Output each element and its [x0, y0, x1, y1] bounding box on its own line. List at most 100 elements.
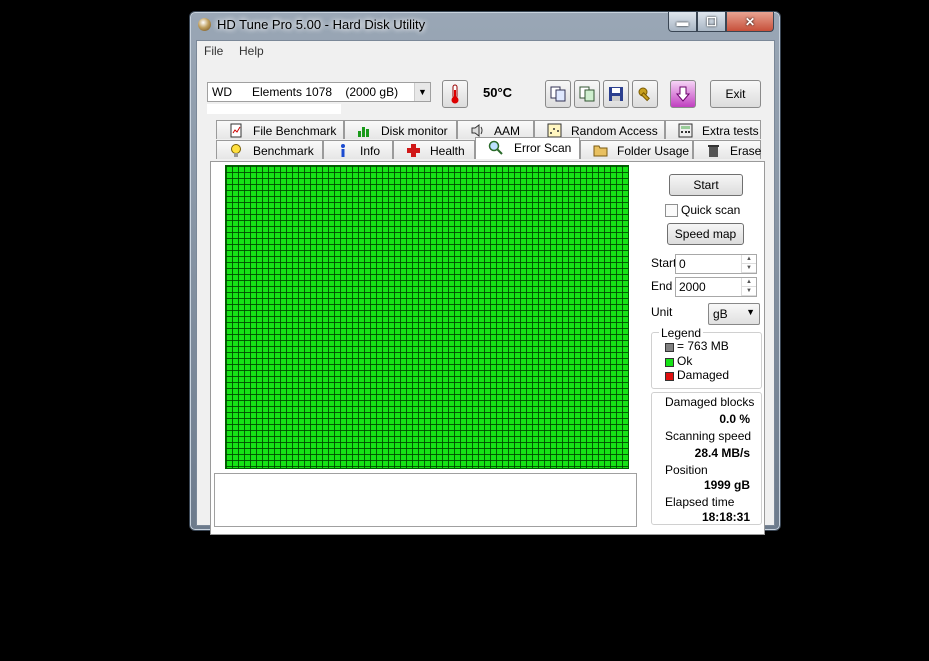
tab-label: Info	[360, 144, 381, 158]
legend-swatch-block	[665, 343, 674, 352]
menu-bar: File Help	[197, 41, 774, 60]
copy-icon	[550, 86, 566, 102]
caption-buttons: ▬ ☐ ✕	[668, 12, 774, 32]
chevron-down-icon: ▼	[746, 307, 755, 317]
floppy-disk-icon	[609, 87, 623, 101]
drive-select-value: WD Elements 1078 (2000 gB)	[212, 85, 399, 99]
elapsed-time-value: 18:18:31	[701, 510, 750, 524]
bar-chart-icon	[358, 127, 369, 137]
folder-icon	[593, 145, 608, 157]
position-label: Position	[665, 463, 708, 477]
down-arrow-icon: ▼	[742, 264, 756, 273]
scan-log-box	[214, 473, 637, 527]
tab-label: File Benchmark	[253, 124, 337, 138]
tab-label: Health	[430, 144, 465, 158]
title-bar[interactable]: HD Tune Pro 5.00 - Hard Disk Utility ▬ ☐…	[190, 12, 780, 38]
speed-map-button[interactable]: Speed map	[667, 223, 744, 245]
thermometer-icon	[451, 84, 459, 104]
spin-arrows[interactable]: ▲ ▼	[741, 278, 756, 296]
save-button[interactable]	[603, 80, 629, 108]
scan-block-map	[225, 165, 629, 469]
tab-label: Folder Usage	[617, 144, 690, 158]
chevron-down-icon: ▼	[414, 83, 430, 101]
tab-label: Disk monitor	[381, 124, 448, 138]
legend-group: Legend = 763 MB Ok Damaged	[651, 326, 762, 389]
tab-error-scan[interactable]: Error Scan	[475, 137, 580, 159]
red-cross-icon	[407, 144, 420, 157]
temperature-button[interactable]	[442, 80, 468, 108]
up-arrow-icon: ▲	[742, 255, 756, 264]
options-button[interactable]	[632, 80, 658, 108]
close-button[interactable]: ✕	[726, 12, 774, 32]
tab-label: Erase	[730, 144, 762, 158]
end-spinner[interactable]: 2000 ▲ ▼	[675, 277, 757, 297]
tab-label: Benchmark	[253, 144, 314, 158]
start-spinner[interactable]: 0 ▲ ▼	[675, 254, 757, 274]
legend-swatch-damaged	[665, 372, 674, 381]
menu-help[interactable]: Help	[239, 44, 264, 58]
tab-disk-monitor[interactable]: Disk monitor	[344, 120, 457, 139]
unit-select[interactable]: gB ▼	[708, 303, 760, 325]
client-area: File Help WD Elements 1078 (2000 gB) ▼ 5…	[196, 40, 775, 535]
download-button[interactable]	[670, 80, 696, 108]
lightbulb-icon	[231, 144, 241, 157]
tab-label: Extra tests	[702, 124, 759, 138]
start-scan-button[interactable]: Start	[669, 174, 743, 196]
copy-screenshot-button[interactable]	[574, 80, 600, 108]
copy-screenshot-icon	[579, 86, 595, 102]
tab-label: AAM	[494, 124, 521, 138]
start-label: Start	[651, 256, 677, 270]
menu-file[interactable]: File	[204, 44, 223, 58]
exit-button[interactable]: Exit	[710, 80, 761, 108]
legend-ok: Ok	[677, 354, 693, 368]
error-scan-panel: Start Quick scan Speed map Start 0 ▲ ▼ En…	[210, 161, 765, 535]
start-value: 0	[679, 257, 686, 271]
unit-label: Unit	[651, 305, 673, 319]
tab-file-benchmark[interactable]: File Benchmark	[216, 120, 344, 139]
wrench-tools-icon	[638, 87, 650, 102]
tab-benchmark[interactable]: Benchmark	[216, 140, 323, 159]
down-arrow-icon: ▼	[742, 287, 756, 296]
maximize-button[interactable]: ☐	[697, 12, 726, 32]
up-arrow-icon: ▲	[742, 278, 756, 287]
tab-info[interactable]: Info	[323, 140, 393, 159]
calculator-icon	[678, 123, 693, 138]
arrow-down-icon	[675, 86, 691, 102]
legend-damaged: Damaged	[677, 368, 730, 382]
damaged-blocks-label: Damaged blocks	[665, 395, 755, 409]
damaged-blocks-value: 0.0 %	[719, 412, 750, 426]
legend-block-size: = 763 MB	[677, 339, 729, 353]
scatter-plot-icon	[547, 123, 562, 138]
trash-can-icon	[708, 145, 719, 157]
end-value: 2000	[679, 280, 706, 294]
tab-erase[interactable]: Erase	[693, 140, 761, 159]
progress-bar	[207, 104, 341, 114]
spin-arrows[interactable]: ▲ ▼	[741, 255, 756, 273]
tab-health[interactable]: Health	[393, 140, 475, 159]
temperature-value: 50°C	[483, 85, 513, 100]
info-icon	[341, 144, 345, 157]
quick-scan-checkbox[interactable]	[665, 204, 678, 217]
speaker-icon	[471, 124, 483, 137]
toolbar: WD Elements 1078 (2000 gB) ▼ 50°C Exit	[197, 61, 774, 114]
tab-extra-tests[interactable]: Extra tests	[665, 120, 761, 139]
tab-label: Error Scan	[514, 141, 572, 155]
magnifier-icon	[488, 140, 503, 155]
elapsed-time-label: Elapsed time	[665, 495, 735, 509]
drive-select[interactable]: WD Elements 1078 (2000 gB) ▼	[207, 82, 431, 102]
tab-folder-usage[interactable]: Folder Usage	[580, 140, 693, 159]
legend-title: Legend	[659, 326, 704, 340]
minimize-button[interactable]: ▬	[668, 12, 697, 32]
app-window: HD Tune Pro 5.00 - Hard Disk Utility ▬ ☐…	[189, 11, 781, 535]
scan-stats-group: Damaged blocks 0.0 % Scanning speed 28.4…	[651, 392, 762, 525]
unit-value: gB	[713, 307, 728, 321]
file-benchmark-icon	[230, 123, 242, 138]
hdtune-app-icon	[198, 18, 211, 31]
end-label: End	[651, 279, 673, 293]
copy-info-button[interactable]	[545, 80, 571, 108]
position-value: 1999 gB	[703, 478, 750, 492]
legend-swatch-ok	[665, 358, 674, 367]
scanning-speed-label: Scanning speed	[665, 429, 752, 443]
window-title: HD Tune Pro 5.00 - Hard Disk Utility	[217, 17, 426, 32]
scanning-speed-value: 28.4 MB/s	[694, 446, 750, 460]
